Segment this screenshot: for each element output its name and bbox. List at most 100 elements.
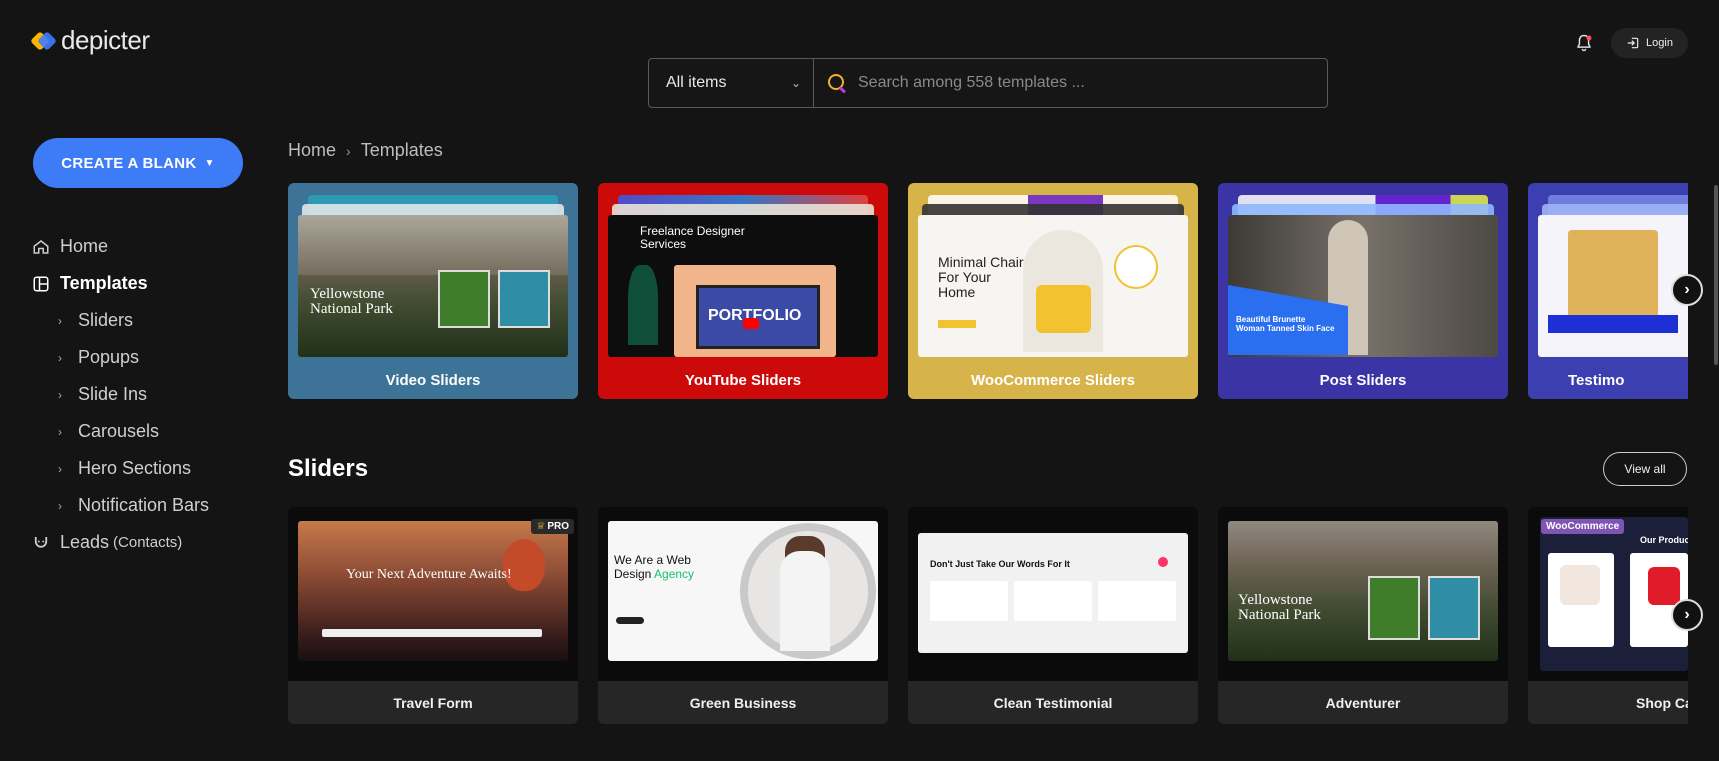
search-icon (828, 74, 846, 92)
preview-title: Our Produc (1640, 535, 1688, 545)
template-card-shop-carousel[interactable]: Our Produc WooCommerce Shop Ca (1528, 507, 1688, 724)
sidebar-item-label: Hero Sections (78, 458, 192, 478)
category-card-post-sliders[interactable]: Beautiful Brunette Woman Tanned Skin Fac… (1218, 183, 1508, 399)
sidebar-nav: Home Templates › Sliders › Popups › Slide I… (32, 228, 209, 561)
preview-title: Beautiful Brunette Woman Tanned Skin Fac… (1236, 315, 1335, 333)
page-scrollbar[interactable] (1714, 185, 1718, 365)
sidebar-item-label: Notification Bars (78, 495, 210, 515)
crown-icon: ♕ (536, 521, 546, 532)
filter-select-value: All items (666, 74, 727, 91)
pro-badge: ♕ PRO (531, 519, 574, 534)
sidebar-item-hero-sections[interactable]: › Hero Sections (32, 450, 209, 487)
sidebar-item-slide-ins[interactable]: › Slide Ins (32, 376, 209, 413)
sliders-next-button[interactable]: › (1671, 599, 1703, 631)
preview-thumb (1428, 576, 1480, 640)
chevron-right-icon: › (58, 461, 62, 476)
chevron-right-icon: › (58, 387, 62, 402)
sidebar-item-label: Leads (60, 532, 110, 552)
preview-title: Your Next Adventure Awaits! (346, 567, 512, 582)
chevron-right-icon: › (346, 142, 351, 159)
category-next-button[interactable]: › (1671, 274, 1703, 306)
sidebar-item-label: Carousels (78, 421, 160, 441)
template-label: Travel Form (288, 681, 578, 724)
category-card-testimonials[interactable]: Testimo (1528, 183, 1688, 399)
category-card-youtube-sliders[interactable]: Freelance Designer Services PORTFOLIO Yo… (598, 183, 888, 399)
category-label: Post Sliders (1319, 372, 1407, 389)
chevron-right-icon: › (58, 424, 62, 439)
chevron-right-icon: › (58, 498, 62, 513)
sidebar-item-label: Home (60, 236, 109, 256)
sliders-carousel: Your Next Adventure Awaits! ♕ PRO Travel … (288, 507, 1688, 725)
login-button[interactable]: Login (1611, 28, 1688, 58)
template-label: Shop Ca (1528, 681, 1688, 724)
preview-thumb (498, 270, 550, 328)
chevron-down-icon: ⌄ (790, 76, 801, 90)
preview-image: Your Next Adventure Awaits! (298, 521, 568, 661)
home-icon (32, 238, 50, 256)
preview-image: Don't Just Take Our Words For It (918, 533, 1188, 653)
breadcrumb-current: Templates (360, 140, 443, 160)
create-blank-button[interactable]: CREATE A BLANK ▼ (33, 138, 243, 188)
filter-select[interactable]: All items ⌄ (649, 59, 814, 107)
woocommerce-badge: WooCommerce (1541, 519, 1625, 534)
sidebar-item-popups[interactable]: › Popups (32, 339, 209, 376)
login-label: Login (1646, 37, 1673, 49)
sidebar-item-templates[interactable]: Templates (32, 265, 209, 302)
breadcrumb-home[interactable]: Home (288, 140, 336, 161)
sidebar-item-sliders[interactable]: › Sliders (32, 302, 209, 339)
template-card-clean-testimonial[interactable]: Don't Just Take Our Words For It Clean T… (908, 507, 1198, 724)
preview-title: Freelance Designer Services (640, 224, 745, 251)
search-bar: All items ⌄ (648, 58, 1328, 108)
template-label: Adventurer (1218, 681, 1508, 724)
play-icon (743, 318, 759, 329)
preview-thumb (438, 270, 490, 328)
preview-title: Don't Just Take Our Words For It (930, 559, 1070, 569)
sidebar-item-label: Slide Ins (78, 384, 148, 404)
pro-badge-label: PRO (547, 521, 569, 532)
sidebar-item-home[interactable]: Home (32, 228, 209, 265)
depicter-logo[interactable]: depicter (30, 25, 150, 56)
view-all-button[interactable]: View all (1603, 452, 1687, 486)
template-label: Green Business (598, 681, 888, 724)
templates-icon (32, 275, 50, 293)
leads-icon (32, 534, 50, 552)
chevron-right-icon: › (1684, 606, 1690, 623)
preview-image: Our Produc (1540, 517, 1688, 671)
preview-image: Minimal Chair For Your Home (918, 215, 1188, 357)
preview-image: Yellowstone National Park (1228, 521, 1498, 661)
sidebar-item-label: Templates (60, 273, 148, 293)
preview-image: We Are a Web Design Agency (608, 521, 878, 661)
preview-image: Yellowstone National Park (298, 215, 568, 357)
login-icon (1627, 37, 1639, 49)
chevron-right-icon: › (58, 313, 62, 328)
create-blank-label: CREATE A BLANK (61, 154, 197, 172)
sidebar-item-leads[interactable]: Leads (Contacts) (32, 524, 209, 561)
preview-title: We Are a Web Design Agency (614, 553, 724, 581)
search-input[interactable] (858, 74, 1327, 92)
category-label: Testimo (1568, 372, 1625, 389)
breadcrumb: Home › Templates (288, 140, 443, 161)
preview-title: Yellowstone National Park (310, 286, 393, 317)
sidebar-item-carousels[interactable]: › Carousels (32, 413, 209, 450)
sidebar-item-suffix: (Contacts) (113, 534, 183, 551)
preview-title: Yellowstone National Park (1238, 592, 1321, 623)
category-carousel: Yellowstone National Park Video Sliders … (288, 183, 1688, 401)
section-title: Sliders (288, 455, 369, 482)
sidebar-item-label: Sliders (78, 310, 134, 330)
preview-title-accent: Agency (654, 567, 695, 581)
preview-title: Minimal Chair For Your Home (938, 254, 1024, 300)
chevron-right-icon: › (58, 350, 62, 365)
chevron-right-icon: › (1684, 281, 1690, 298)
category-label: YouTube Sliders (684, 372, 802, 389)
category-label: Video Sliders (385, 372, 481, 389)
category-card-woocommerce-sliders[interactable]: Minimal Chair For Your Home WooCommerce … (908, 183, 1198, 399)
sidebar-item-label: Popups (78, 347, 140, 367)
caret-down-icon: ▼ (204, 157, 215, 169)
sidebar-item-notification-bars[interactable]: › Notification Bars (32, 487, 209, 524)
template-card-green-business[interactable]: We Are a Web Design Agency Green Busines… (598, 507, 888, 724)
template-card-adventurer[interactable]: Yellowstone National Park Adventurer (1218, 507, 1508, 724)
notification-bell-icon[interactable] (1574, 33, 1596, 55)
template-card-travel-form[interactable]: Your Next Adventure Awaits! ♕ PRO Travel … (288, 507, 578, 724)
logo-text: depicter (61, 25, 150, 55)
category-card-video-sliders[interactable]: Yellowstone National Park Video Sliders (288, 183, 578, 399)
